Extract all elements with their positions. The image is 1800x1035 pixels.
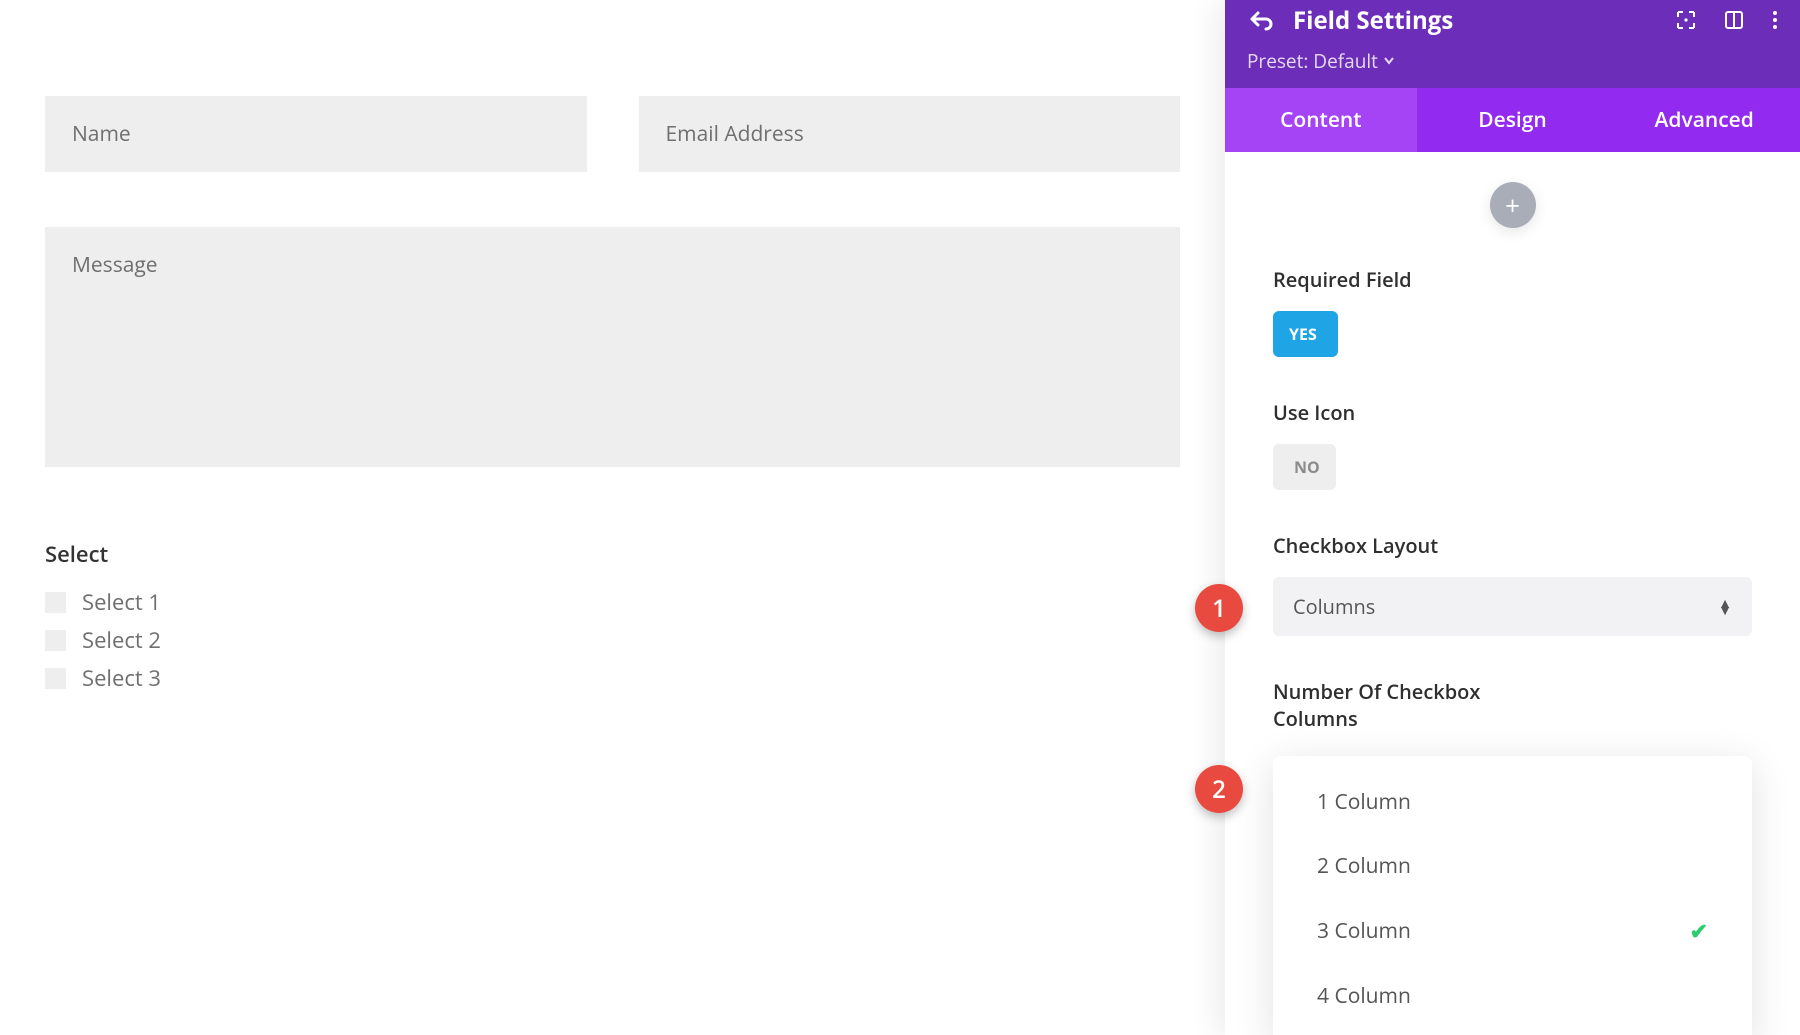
message-placeholder: Message: [72, 251, 158, 279]
email-field[interactable]: Email Address: [639, 96, 1181, 172]
checkbox-option-label: Select 2: [82, 625, 161, 655]
sort-icon: ▲▼: [1718, 600, 1732, 614]
add-button[interactable]: +: [1490, 182, 1536, 228]
preset-selector[interactable]: Preset: Default: [1225, 40, 1800, 88]
num-columns-label: Number Of Checkbox Columns: [1273, 678, 1533, 732]
use-icon-label: Use Icon: [1273, 399, 1752, 426]
checkbox-icon[interactable]: [45, 668, 66, 689]
panel-titlebar: Field Settings: [1225, 0, 1800, 40]
plus-icon: +: [1505, 187, 1520, 223]
checkbox-group-title: Select: [45, 539, 1180, 569]
required-field-toggle[interactable]: YES: [1273, 311, 1338, 357]
checkbox-layout-select[interactable]: Columns ▲▼: [1273, 577, 1752, 636]
toggle-off-text: NO: [1280, 444, 1336, 490]
checkbox-option[interactable]: Select 2: [45, 625, 1180, 655]
check-icon: ✔: [1690, 916, 1708, 946]
checkbox-option-label: Select 3: [82, 663, 161, 693]
setting-checkbox-layout: Checkbox Layout Columns ▲▼: [1273, 532, 1752, 636]
checkbox-group: Select Select 1 Select 2 Select 3: [45, 539, 1180, 693]
name-placeholder: Name: [72, 120, 131, 148]
expand-icon[interactable]: [1676, 10, 1696, 30]
settings-panel: 1 2 Field Settings Pres: [1225, 0, 1800, 1035]
more-icon[interactable]: [1772, 10, 1778, 30]
dropdown-option-label: 2 Column: [1317, 852, 1411, 880]
checkbox-icon[interactable]: [45, 630, 66, 651]
email-placeholder: Email Address: [666, 120, 804, 148]
dropdown-option[interactable]: 1 Column: [1273, 770, 1752, 834]
name-field[interactable]: Name: [45, 96, 587, 172]
num-columns-dropdown: 1 Column 2 Column 3 Column ✔ 4 Column: [1273, 756, 1752, 1035]
panel-header: Field Settings Preset: Default Content: [1225, 0, 1800, 152]
checkbox-option[interactable]: Select 3: [45, 663, 1180, 693]
checkbox-option[interactable]: Select 1: [45, 587, 1180, 617]
back-icon[interactable]: [1247, 6, 1275, 34]
toggle-on-text: YES: [1273, 311, 1331, 357]
chevron-down-icon: [1384, 57, 1394, 65]
dropdown-option[interactable]: 4 Column: [1273, 964, 1752, 1028]
panel-tabs: Content Design Advanced: [1225, 88, 1800, 152]
columns-icon[interactable]: [1724, 10, 1744, 30]
form-row-top: Name Email Address: [45, 96, 1180, 172]
dropdown-option[interactable]: 3 Column ✔: [1273, 898, 1752, 964]
form-canvas: Name Email Address Message Select Select…: [0, 0, 1225, 1035]
checkbox-option-label: Select 1: [82, 587, 161, 617]
panel-body: + Required Field YES Use Icon NO Checkbo…: [1225, 152, 1800, 1035]
panel-title: Field Settings: [1293, 4, 1676, 37]
preset-label: Preset: Default: [1247, 48, 1378, 74]
tab-design[interactable]: Design: [1417, 88, 1609, 152]
dropdown-option-label: 3 Column: [1317, 917, 1411, 945]
use-icon-toggle[interactable]: NO: [1273, 444, 1336, 490]
tab-advanced[interactable]: Advanced: [1608, 88, 1800, 152]
dropdown-option[interactable]: 2 Column: [1273, 834, 1752, 898]
message-field[interactable]: Message: [45, 227, 1180, 467]
annotation-badge-2: 2: [1195, 765, 1243, 813]
checkbox-layout-value: Columns: [1293, 593, 1375, 620]
tab-content[interactable]: Content: [1225, 88, 1417, 152]
dropdown-option-label: 4 Column: [1317, 982, 1411, 1010]
annotation-badge-1: 1: [1195, 584, 1243, 632]
setting-use-icon: Use Icon NO: [1273, 399, 1752, 490]
setting-num-columns: Number Of Checkbox Columns 1 Column 2 Co…: [1273, 678, 1752, 1035]
checkbox-icon[interactable]: [45, 592, 66, 613]
setting-required-field: Required Field YES: [1273, 266, 1752, 357]
checkbox-layout-label: Checkbox Layout: [1273, 532, 1752, 559]
required-field-label: Required Field: [1273, 266, 1752, 293]
dropdown-option-label: 1 Column: [1317, 788, 1411, 816]
panel-title-actions: [1676, 10, 1778, 30]
